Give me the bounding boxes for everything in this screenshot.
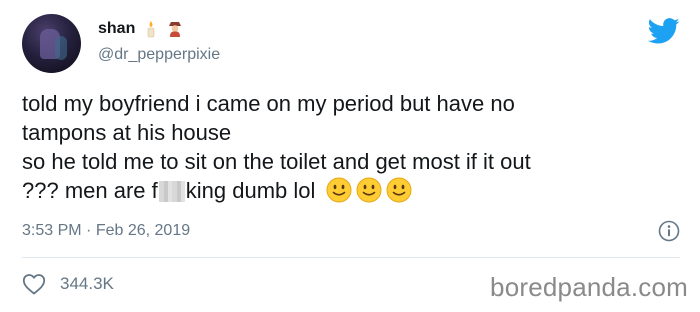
meta-separator: · [86, 222, 92, 239]
twitter-bird-icon[interactable] [648, 18, 680, 45]
heart-icon [22, 274, 46, 295]
tweet-line-2: tampons at his house [22, 120, 232, 145]
tweet-line-4: ??? men are f king dumb lol [22, 176, 692, 205]
slightly-smiling-face-emoji [386, 177, 412, 203]
tweet-timestamp[interactable]: 3:53 PM · Feb 26, 2019 [22, 222, 190, 240]
tweet-line-1: told my boyfriend i came on my period bu… [22, 91, 515, 116]
like-count: 344.3K [60, 274, 114, 293]
censor-blur [158, 181, 185, 202]
watermark-logo: boredpanda.com [490, 272, 688, 302]
avatar-figure-secondary [55, 36, 67, 60]
slightly-smiling-face-emoji [356, 177, 382, 203]
like-button[interactable]: 344.3K [22, 273, 114, 295]
display-name[interactable]: shan [98, 20, 135, 38]
tweet-line-4-start: ??? men are f [22, 178, 158, 203]
slightly-smiling-face-emoji [326, 177, 352, 203]
tweet-date: Feb 26, 2019 [95, 222, 191, 239]
divider [22, 257, 680, 258]
woman-guard-emoji [167, 20, 183, 38]
avatar[interactable] [22, 14, 81, 73]
tweet-text: told my boyfriend i came on my period bu… [22, 89, 692, 205]
user-handle[interactable]: @dr_pepperpixie [98, 46, 220, 64]
tweet-line-4-end: king dumb lol [185, 178, 316, 203]
tweet-time: 3:53 PM [22, 222, 82, 239]
name-row: shan [98, 20, 183, 38]
info-icon[interactable] [658, 220, 680, 242]
tweet-line-3: so he told me to sit on the toilet and g… [22, 149, 531, 174]
candle-emoji [143, 20, 159, 38]
